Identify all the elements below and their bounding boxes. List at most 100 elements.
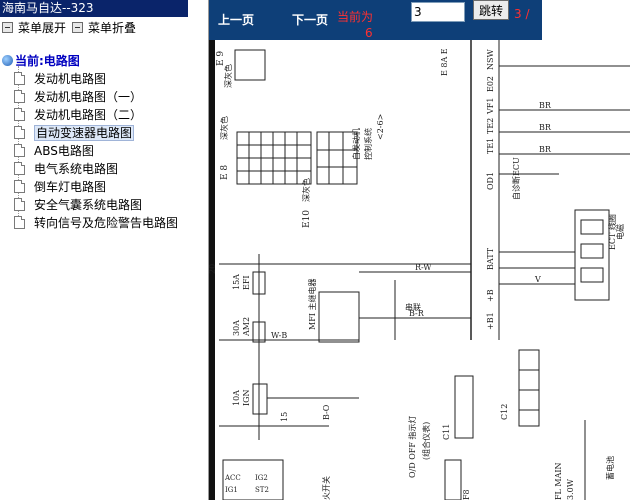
label-ecu-top: E 8A E <box>440 48 449 76</box>
navigation-pane: 海南马自达--323 菜单展开 菜单折叠 当前:电路图 发动机电路图 发动机电路… <box>0 0 209 500</box>
tree-item-turn-signal[interactable]: 转向信号及危险警告电路图 <box>14 214 178 232</box>
label-fuse1b: EFI <box>242 275 251 290</box>
label-t1: OD1 <box>486 172 495 190</box>
tree-root[interactable]: 当前:电路图 <box>2 52 80 70</box>
connector-e8: E 8 深灰色 <box>219 116 312 185</box>
page-number-input[interactable] <box>411 2 465 22</box>
wire-rw: R-W <box>415 263 432 272</box>
document-icon <box>14 126 25 139</box>
document-icon <box>14 108 25 121</box>
label-e9: E 9 <box>216 51 226 66</box>
page-count: 6 <box>365 26 373 40</box>
label-relay: MFI 主继电器 <box>307 279 317 330</box>
label-fuse2b: AM2 <box>242 317 251 337</box>
label-plusb: +B <box>486 289 495 302</box>
label-fl: FL MAIN <box>554 462 563 500</box>
ecu-block: E 8A E 自发动机 控制系统 <2-6> OD1 TE1 TE2 VF1 E… <box>351 40 521 340</box>
label-fuse3: 10A <box>232 390 241 406</box>
globe-icon <box>2 55 13 66</box>
wire-br-3: BR <box>539 145 552 154</box>
power-circuit: 20 15A EFI 30A AM2 MFI 主继电器 R-W B-R W-B … <box>209 254 471 440</box>
page-total: 3 / <box>514 7 530 21</box>
collapse-icon <box>72 22 83 33</box>
current-page-label: 当前为 <box>337 10 374 24</box>
tree-item-label: 电气系统电路图 <box>34 162 119 176</box>
label-ecu-b: 控制系统 <box>363 128 373 160</box>
connector-e10: E10 深灰色 <box>301 131 358 228</box>
label-e8: E 8 <box>220 165 230 180</box>
label-e10b: 深灰色 <box>301 178 311 202</box>
tree-item-label: ABS电路图 <box>34 144 94 158</box>
expand-menu-label: 菜单展开 <box>18 21 67 35</box>
collapse-menu-label: 菜单折叠 <box>88 21 137 35</box>
page-toolbar: 上一页 下一页 当前为 跳转 3 / 6 <box>209 0 542 40</box>
ignition-circuit: 10A IGN 15 B-O ACC IG1 IG2 ST2 火开关 <box>219 383 359 500</box>
tree-item-electrical[interactable]: 电气系统电路图 <box>14 160 118 178</box>
tree-item-label: 发动机电路图（一） <box>34 90 143 104</box>
label-t3: TE2 <box>486 118 495 134</box>
tree-item-airbag[interactable]: 安全气囊系统电路图 <box>14 196 142 214</box>
document-icon <box>14 198 25 211</box>
document-icon <box>14 216 25 229</box>
label-fuse1: 15A <box>232 274 241 290</box>
label-t6: NSW <box>486 49 495 70</box>
tree-item-engine-2[interactable]: 发动机电路图（二） <box>14 106 142 124</box>
collapse-menu-button[interactable]: 菜单折叠 <box>72 20 136 36</box>
tree-item-auto-transmission[interactable]: 自动变速器电路图 <box>14 124 135 142</box>
label-num20: 20 <box>209 264 217 274</box>
label-num15: 15 <box>280 412 289 422</box>
tree-item-abs[interactable]: ABS电路图 <box>14 142 94 160</box>
tree-item-label: 安全气囊系统电路图 <box>34 198 143 212</box>
label-od-b: (组合仪表) <box>421 422 431 460</box>
tree-item-label: 自动变速器电路图 <box>34 125 135 141</box>
document-icon <box>14 144 25 157</box>
label-fire: 火开关 <box>321 476 331 500</box>
tree-item-label: 转向信号及危险警告电路图 <box>34 216 179 230</box>
connector-e9: E 9 深灰色 <box>216 49 266 88</box>
go-button[interactable]: 跳转 <box>473 0 509 20</box>
label-st2: ST2 <box>255 486 269 494</box>
label-t4: VF1 <box>486 98 495 115</box>
tree-root-label: 当前:电路图 <box>15 54 80 68</box>
label-fl2: 3.0W <box>566 478 575 500</box>
tree-item-label: 倒车灯电路图 <box>34 180 107 194</box>
label-plusb1: +B1 <box>486 312 495 330</box>
od-off-indicator: O/D OFF 指示灯 (组合仪表) C11 C12 F8 FL MAIN 3.… <box>407 349 615 500</box>
document-icon <box>14 72 25 85</box>
wire-bo: B-O <box>322 404 331 420</box>
tree-item-label: 发动机电路图 <box>34 72 107 86</box>
document-icon <box>14 162 25 175</box>
wire-wb: W-B <box>271 331 287 340</box>
tree-item-engine[interactable]: 发动机电路图 <box>14 70 106 88</box>
label-batt: BATT <box>486 247 495 270</box>
tree-item-engine-1[interactable]: 发动机电路图（一） <box>14 88 142 106</box>
previous-page-link[interactable]: 上一页 <box>218 11 254 28</box>
wire-br-1: BR <box>539 101 552 110</box>
label-e10: E10 <box>302 210 312 228</box>
label-fuse3b: IGN <box>242 389 251 406</box>
window-title: 海南马自达--323 <box>0 0 188 17</box>
label-c11: C11 <box>442 424 451 440</box>
label-t5: E02 <box>486 76 495 92</box>
label-ig2: IG2 <box>255 474 268 482</box>
label-c12: C12 <box>500 404 509 420</box>
next-page-link[interactable]: 下一页 <box>292 11 328 28</box>
label-ig1: IG1 <box>225 486 238 494</box>
document-icon <box>14 90 25 103</box>
wire-ch: 串联 <box>405 303 421 312</box>
label-battery: 蓄电池 <box>605 456 615 480</box>
expand-menu-button[interactable]: 菜单展开 <box>2 20 66 36</box>
label-e9b: 深灰色 <box>223 64 233 88</box>
solenoid-box: 电磁 ECT 线圈 <box>574 209 625 301</box>
tree-item-reverse-light[interactable]: 倒车灯电路图 <box>14 178 106 196</box>
wire-br-2: BR <box>539 123 552 132</box>
label-ecu-c: <2-6> <box>376 114 385 140</box>
label-t2: TE1 <box>486 138 495 154</box>
wire-v: V <box>534 275 541 284</box>
label-side-c: ECT 线圈 <box>607 214 617 250</box>
tree-item-label: 发动机电路图（二） <box>34 108 143 122</box>
label-od-a: O/D OFF 指示灯 <box>407 416 417 478</box>
document-icon <box>14 180 25 193</box>
content-pane: 上一页 下一页 当前为 跳转 3 / 6 E 9 深灰色 E 8 深灰色 <box>209 0 630 500</box>
circuit-diagram: E 9 深灰色 E 8 深灰色 E10 深灰色 E 8A E 自发动机 控制系统 <box>209 40 630 500</box>
